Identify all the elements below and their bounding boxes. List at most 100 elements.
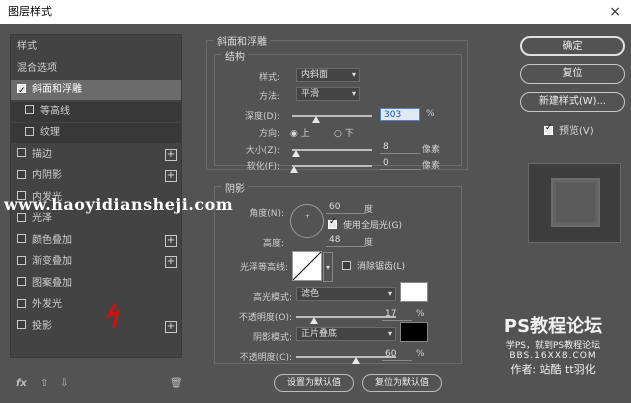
size-slider-handle[interactable] bbox=[292, 150, 300, 157]
style-select[interactable]: 内斜面 ▾ bbox=[296, 68, 360, 82]
style-list-item[interactable]: 颜色叠加 + bbox=[11, 231, 181, 251]
checkbox-icon bbox=[342, 261, 351, 270]
ok-button[interactable]: 确定 bbox=[520, 36, 625, 56]
reset-default-button[interactable]: 复位为默认值 bbox=[362, 374, 442, 392]
highlight-opacity-handle[interactable] bbox=[310, 317, 318, 324]
move-up-icon[interactable]: ⇧ bbox=[40, 378, 48, 389]
altitude-input[interactable]: 48 bbox=[326, 234, 366, 247]
checkbox-icon[interactable] bbox=[17, 234, 26, 243]
preview-checkbox[interactable]: 预览(V) bbox=[544, 122, 594, 137]
angle-dial-marker-icon: + bbox=[305, 213, 311, 220]
shadow-opacity-input[interactable]: 60 bbox=[382, 348, 412, 361]
linear-contour-icon bbox=[292, 251, 322, 281]
style-list-item-label: 描边 bbox=[32, 148, 52, 160]
add-effect-icon[interactable]: + bbox=[165, 256, 177, 268]
shadow-opacity-handle[interactable] bbox=[352, 357, 360, 364]
watermark-brand-sub: 学PS，就到PS教程论坛 bbox=[505, 341, 601, 351]
style-list-item[interactable]: 外发光 bbox=[11, 295, 181, 315]
style-list-item[interactable]: 渐变叠加 + bbox=[11, 252, 181, 272]
antialias-checkbox[interactable]: 消除锯齿(L) bbox=[342, 259, 405, 272]
soften-label: 软化(F): bbox=[246, 162, 280, 172]
style-list-item-label: 斜面和浮雕 bbox=[32, 84, 82, 95]
add-effect-icon[interactable]: + bbox=[165, 170, 177, 182]
size-input[interactable]: 8 bbox=[380, 141, 420, 154]
style-list-item[interactable]: 斜面和浮雕 bbox=[11, 80, 181, 101]
checkbox-icon[interactable] bbox=[17, 298, 26, 308]
add-effect-icon[interactable]: + bbox=[165, 320, 177, 333]
size-slider[interactable] bbox=[292, 149, 372, 151]
add-effect-icon[interactable]: + bbox=[165, 234, 177, 247]
shadow-mode-select[interactable]: 正片叠底 ▾ bbox=[296, 327, 396, 341]
style-select-value: 内斜面 bbox=[301, 70, 329, 80]
layer-style-dialog: 图层样式 × 样式混合选项斜面和浮雕等高线纹理描边+内阴影+内发光光泽颜色叠加+… bbox=[0, 0, 631, 403]
technique-select[interactable]: 平滑 ▾ bbox=[296, 87, 360, 101]
altitude-unit: 度 bbox=[364, 238, 374, 248]
soften-slider[interactable] bbox=[292, 165, 372, 167]
style-list-item[interactable]: 等高线 bbox=[11, 101, 181, 122]
technique-select-value: 平滑 bbox=[301, 89, 320, 99]
style-list-item[interactable]: 图案叠加 bbox=[11, 274, 181, 294]
reset-button[interactable]: 复位 bbox=[520, 64, 625, 84]
red-brush-mark-icon bbox=[105, 303, 121, 329]
angle-dial[interactable]: + bbox=[290, 204, 324, 238]
shadow-color-swatch[interactable] bbox=[400, 322, 428, 342]
technique-label: 方法: bbox=[258, 92, 280, 102]
chevron-down-icon[interactable]: ▾ bbox=[323, 252, 333, 282]
gloss-contour-picker[interactable] bbox=[292, 251, 322, 281]
soften-slider-handle[interactable] bbox=[290, 166, 298, 173]
style-list-item-label: 纹理 bbox=[40, 127, 60, 138]
angle-label: 角度(N): bbox=[249, 209, 284, 219]
style-list-item[interactable]: 投影 + bbox=[11, 317, 181, 337]
close-icon[interactable]: × bbox=[609, 0, 621, 24]
radio-off-icon: ○ bbox=[334, 129, 342, 139]
title-bar: 图层样式 × bbox=[0, 0, 631, 24]
global-light-checkbox[interactable]: 使用全局光(G) bbox=[328, 217, 402, 231]
style-list-item-label: 投影 bbox=[32, 320, 52, 332]
highlight-color-swatch[interactable] bbox=[400, 282, 428, 302]
style-list-item[interactable]: 样式 bbox=[11, 37, 181, 57]
depth-slider-handle[interactable] bbox=[312, 116, 320, 123]
angle-input[interactable]: 60 bbox=[326, 201, 366, 214]
depth-label: 深度(D): bbox=[245, 112, 280, 122]
style-list-item[interactable]: 描边 + bbox=[11, 145, 181, 165]
checkbox-icon[interactable] bbox=[17, 148, 26, 157]
checkbox-icon[interactable] bbox=[25, 126, 34, 136]
add-effect-icon[interactable]: + bbox=[165, 148, 177, 161]
style-list-item[interactable]: 纹理 bbox=[11, 123, 181, 143]
style-list-item[interactable]: 内阴影 + bbox=[11, 166, 181, 186]
checkbox-icon[interactable] bbox=[25, 105, 34, 114]
style-list-item-label: 外发光 bbox=[32, 299, 62, 310]
structure-title: 结构 bbox=[222, 48, 248, 63]
direction-up-radio[interactable]: ◉ 上 bbox=[290, 126, 310, 139]
checkbox-checked-icon[interactable] bbox=[17, 81, 26, 101]
checkbox-icon[interactable] bbox=[17, 320, 26, 329]
shadow-mode-value: 正片叠底 bbox=[301, 329, 338, 339]
trash-icon[interactable]: 🗑 bbox=[170, 378, 183, 389]
style-list-item-label: 颜色叠加 bbox=[32, 234, 72, 246]
shading-title: 阴影 bbox=[222, 180, 248, 195]
shadow-opacity-slider[interactable] bbox=[296, 356, 396, 358]
preview-label: 预览(V) bbox=[559, 126, 594, 137]
highlight-opacity-unit: % bbox=[416, 309, 425, 319]
fx-icon[interactable]: fx bbox=[16, 378, 27, 389]
move-down-icon[interactable]: ⇩ bbox=[60, 378, 68, 389]
new-style-button[interactable]: 新建样式(W)... bbox=[520, 92, 625, 112]
checkbox-icon[interactable] bbox=[17, 255, 26, 265]
highlight-mode-select[interactable]: 滤色 ▾ bbox=[296, 287, 396, 301]
highlight-opacity-input[interactable]: 17 bbox=[382, 308, 412, 321]
dialog-title: 图层样式 bbox=[8, 5, 52, 18]
style-list-item[interactable]: 混合选项 bbox=[11, 59, 181, 79]
shadow-opacity-unit: % bbox=[416, 349, 425, 359]
depth-slider[interactable] bbox=[292, 115, 372, 117]
style-list-item-label: 等高线 bbox=[40, 105, 70, 117]
style-list-item-label: 渐变叠加 bbox=[32, 256, 72, 267]
checkbox-icon[interactable] bbox=[17, 277, 26, 286]
styles-list-footer: fx ⇧ ⇩ 🗑 bbox=[10, 376, 183, 394]
direction-down-radio[interactable]: ○ 下 bbox=[334, 126, 354, 139]
soften-unit: 像素 bbox=[422, 161, 441, 171]
set-default-button[interactable]: 设置为默认值 bbox=[274, 374, 354, 392]
size-unit: 像素 bbox=[422, 145, 441, 155]
soften-input[interactable]: 0 bbox=[380, 157, 420, 170]
checkbox-icon[interactable] bbox=[17, 169, 26, 179]
depth-input[interactable]: 303 bbox=[380, 108, 420, 121]
